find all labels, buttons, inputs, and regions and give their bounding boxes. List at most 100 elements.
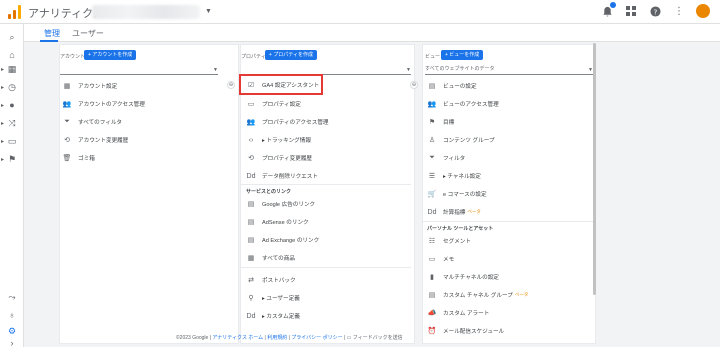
dd-icon: Dd — [246, 172, 256, 180]
account-selector[interactable] — [92, 5, 200, 19]
data-deletion-item[interactable]: Dd データ削除リクエスト — [246, 170, 318, 182]
postback-item[interactable]: ⇄ ポストバック — [246, 274, 296, 286]
custom-alerts-item[interactable]: 📣 カスタム アラート — [427, 307, 490, 319]
custom-channel-groups-item[interactable]: ▤ カスタム チャネル グループ ベータ — [427, 289, 529, 301]
segment-icon: ☷ — [428, 238, 436, 245]
account-access-item[interactable]: 👥 アカウントのアクセス管理 — [62, 98, 145, 110]
discover-icon[interactable]: ♁ — [4, 308, 20, 322]
conversions-icon[interactable]: ⚑ — [4, 152, 20, 166]
building-icon: ▦ — [63, 83, 71, 90]
ecommerce-settings-item[interactable]: 🛒 e コマースの設定 — [427, 188, 487, 200]
account-column-label: アカウント — [60, 54, 86, 60]
account-history-item[interactable]: ⟲ アカウント変更履歴 — [62, 134, 128, 146]
expand-nav-icon[interactable]: › — [4, 336, 20, 350]
tab-admin[interactable]: 管理 — [44, 28, 60, 39]
top-bar: アナリティクス ▼ ? ⋮ — [0, 0, 720, 24]
realtime-icon[interactable]: ◷ — [4, 80, 20, 94]
property-icon: ▭ — [247, 101, 255, 108]
beta-badge: ベータ — [514, 292, 529, 297]
adsense-link-item[interactable]: ▤ AdSense のリンク — [246, 216, 309, 228]
admin-main: アカウント + アカウントを作成 ▼ ▦ アカウント設定 👥 アカウントのアクセス管… — [24, 42, 720, 347]
view-select-value: すべてのウェブサイトのデータ — [425, 66, 495, 72]
property-access-item[interactable]: 👥 プロパティのアクセス管理 — [246, 116, 329, 128]
tab-user[interactable]: ユーザー — [72, 28, 104, 39]
goals-item[interactable]: ⚑ 目標 — [427, 116, 454, 128]
chevron-down-icon[interactable]: ▼ — [205, 8, 212, 15]
apps-grid-icon[interactable] — [624, 4, 638, 18]
dd-icon: Dd — [246, 312, 256, 320]
user-definitions-item[interactable]: ⚲ ▸ ユーザー定義 — [246, 292, 299, 304]
segments-item[interactable]: ☷ セグメント — [427, 235, 471, 247]
ad-exchange-link-item[interactable]: ▤ Ad Exchange のリンク — [246, 234, 320, 246]
avatar[interactable] — [696, 4, 710, 18]
property-settings-item[interactable]: ▭ プロパティ設定 — [246, 98, 301, 110]
memo-icon: ▭ — [428, 256, 436, 263]
dd-icon: Dd — [427, 208, 437, 216]
privacy-link[interactable]: プライバシー ポリシー — [291, 335, 342, 341]
home-icon[interactable]: ⌂ — [4, 48, 20, 62]
analytics-logo-icon[interactable] — [8, 5, 22, 19]
divider — [241, 184, 411, 185]
personal-tools-heading: パーソナル ツールとアセット — [427, 226, 494, 232]
behavior-icon[interactable]: ▭ — [4, 134, 20, 148]
audience-icon[interactable]: ● — [4, 98, 20, 112]
users-icon: 👥 — [246, 119, 256, 126]
trash-icon: 🗑 — [62, 155, 72, 162]
analytics-home-link[interactable]: アナリティクス ホーム — [212, 335, 263, 341]
terms-link[interactable]: 利用規約 — [267, 335, 287, 341]
trash-item[interactable]: 🗑 ゴミ箱 — [62, 152, 95, 164]
all-filters-item[interactable]: ⏷ すべてのフィルタ — [62, 116, 122, 128]
bar-chart-icon: ▮ — [430, 274, 434, 281]
search-icon[interactable]: ⌕ — [4, 30, 20, 44]
feedback-icon[interactable]: ▭ — [347, 335, 352, 341]
property-history-item[interactable]: ⟲ プロパティ変更履歴 — [246, 152, 312, 164]
flag-icon: ⚑ — [428, 119, 436, 126]
view-select[interactable]: すべてのウェブサイトのデータ ▼ — [425, 65, 593, 75]
channel-icon: ☰ — [428, 173, 436, 180]
create-property-button[interactable]: + プロパティを作成 — [265, 50, 318, 60]
collapse-toggle-icon[interactable]: ⊖ — [227, 81, 235, 89]
divider — [423, 221, 595, 222]
notifications-icon[interactable] — [600, 2, 616, 18]
users-icon: 👥 — [427, 101, 437, 108]
more-vert-icon[interactable]: ⋮ — [672, 4, 686, 18]
custom-definitions-item[interactable]: Dd ▸ カスタム定義 — [246, 310, 300, 322]
help-icon[interactable]: ? — [648, 4, 662, 18]
annotations-item[interactable]: ▭ メモ — [427, 253, 455, 265]
multichannel-settings-item[interactable]: ▮ マルチチャネルの設定 — [427, 271, 499, 283]
all-products-item[interactable]: ▦ すべての商品 — [246, 252, 295, 264]
create-view-button[interactable]: + ビューを作成 — [441, 50, 484, 60]
collapse-toggle-icon[interactable]: ⊖ — [410, 81, 418, 89]
alert-icon: 📣 — [427, 310, 437, 317]
custom-def-icon: ⚲ — [248, 295, 254, 302]
email-schedule-item[interactable]: ⏰ メール配信スケジュール — [427, 325, 505, 337]
svg-text:?: ? — [653, 7, 657, 16]
acquisition-icon[interactable]: ⤨ — [4, 116, 20, 130]
tracking-info-item[interactable]: ‹› ▸ トラッキング情報 — [246, 134, 311, 146]
content-grouping-item[interactable]: ♙ コンテンツ グループ — [427, 134, 495, 146]
content-group-icon: ♙ — [428, 137, 436, 144]
account-settings-item[interactable]: ▦ アカウント設定 — [62, 80, 117, 92]
channel-group-icon: ▤ — [428, 292, 436, 299]
view-column-label: ビュー — [425, 54, 441, 60]
filter-icon: ⏷ — [429, 154, 435, 161]
view-settings-item[interactable]: ▤ ビューの設定 — [427, 80, 477, 92]
adexchange-icon: ▤ — [247, 237, 255, 244]
products-icon: ▦ — [247, 255, 255, 262]
attribution-icon[interactable]: ⤳ — [4, 290, 20, 304]
channel-settings-item[interactable]: ☰ ▸ チャネル設定 — [427, 170, 481, 182]
scrollbar[interactable] — [593, 43, 596, 295]
view-column: ビュー + ビューを作成 すべてのウェブサイトのデータ ▼ ▤ ビューの設定 👥 ビ… — [422, 44, 596, 344]
code-icon: ‹› — [248, 136, 254, 144]
account-select[interactable]: ▼ — [60, 65, 218, 75]
feedback-link[interactable]: フィードバックを送信 — [353, 335, 403, 341]
history-icon: ⟲ — [248, 155, 254, 162]
create-account-button[interactable]: + アカウントを作成 — [84, 50, 137, 60]
customization-icon[interactable]: ▦ — [4, 62, 20, 76]
view-filters-item[interactable]: ⏷ フィルタ — [427, 152, 465, 164]
calculated-metrics-item[interactable]: Dd 計算指標 ベータ — [427, 206, 481, 218]
google-ads-link-item[interactable]: ▤ Google 広告のリンク — [246, 198, 315, 210]
property-column-label: プロパティ — [241, 54, 266, 60]
users-icon: 👥 — [62, 101, 72, 108]
view-access-item[interactable]: 👥 ビューのアクセス管理 — [427, 98, 499, 110]
